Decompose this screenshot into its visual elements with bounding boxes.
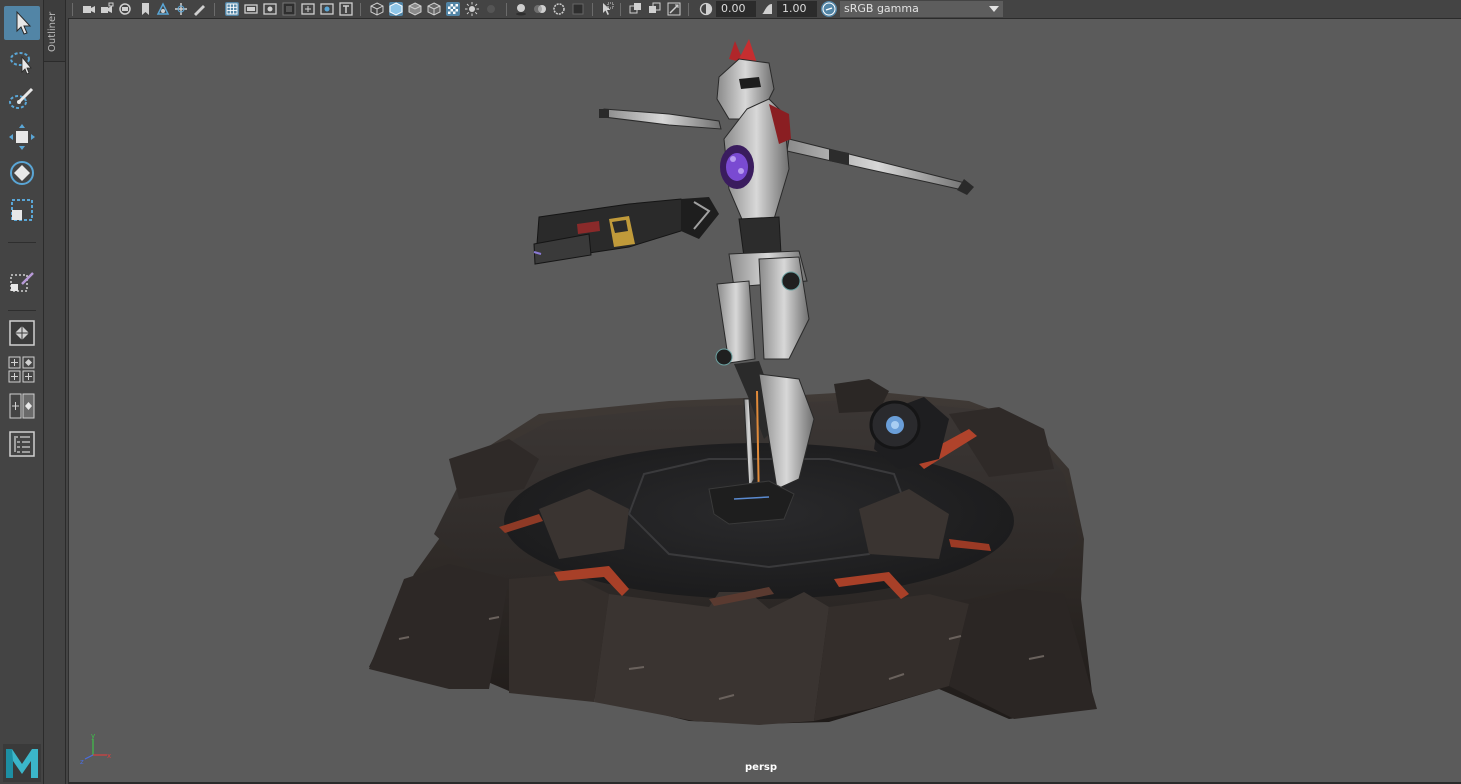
gamma-field[interactable]: 1.00: [777, 1, 817, 17]
film-gate-icon[interactable]: [244, 2, 258, 16]
xray-active-components-icon[interactable]: [648, 2, 662, 16]
textured-icon[interactable]: [446, 2, 460, 16]
gamma-icon[interactable]: [760, 2, 774, 16]
scale-icon: [11, 199, 33, 221]
smooth-shade-icon[interactable]: [389, 2, 403, 16]
brush-icon: [9, 87, 34, 109]
xray-icon[interactable]: [629, 2, 643, 16]
default-material-icon[interactable]: [408, 2, 422, 16]
motion-blur-icon[interactable]: [533, 2, 547, 16]
outliner-layout-button[interactable]: [4, 427, 40, 461]
toolbar-divider: [214, 3, 215, 16]
exposure-icon[interactable]: [699, 2, 713, 16]
field-chart-icon[interactable]: [301, 2, 315, 16]
resolution-gate-icon[interactable]: [263, 2, 277, 16]
arrow-icon: [16, 10, 32, 35]
axis-x-label: x: [107, 752, 111, 760]
rotate-tool-button[interactable]: [4, 156, 40, 190]
exposure-field[interactable]: 0.00: [716, 1, 756, 17]
scene-render[interactable]: [69, 19, 1461, 782]
anti-aliasing-icon[interactable]: [552, 2, 566, 16]
viewport-persp[interactable]: y x z persp: [68, 19, 1461, 782]
grid-icon[interactable]: [225, 2, 239, 16]
ambient-occlusion-icon[interactable]: [514, 2, 528, 16]
2d-pan-zoom-icon[interactable]: [174, 2, 188, 16]
camera-select-icon[interactable]: [82, 2, 96, 16]
xray-joints-icon[interactable]: [667, 2, 681, 16]
panel-toolbar: 0.00 1.00 sRGB gamma: [68, 0, 1461, 19]
toolbox-separator: [8, 242, 36, 243]
safe-title-icon[interactable]: [339, 2, 353, 16]
toolbar-divider: [506, 3, 507, 16]
toolbar-divider: [688, 3, 689, 16]
two-pane-layout-icon: [9, 393, 35, 419]
view-axis-gizmo: y x z: [80, 732, 111, 765]
depth-of-field-icon[interactable]: [571, 2, 585, 16]
bookmark-icon[interactable]: [138, 2, 152, 16]
axis-z-label: z: [80, 758, 84, 765]
color-space-dropdown[interactable]: sRGB gamma: [840, 1, 1003, 17]
use-all-lights-icon[interactable]: [465, 2, 479, 16]
gate-mask-icon[interactable]: [282, 2, 296, 16]
toolbox-separator: [8, 310, 36, 311]
rotate-icon: [10, 161, 34, 185]
maya-logo-icon: [3, 744, 41, 782]
chevron-down-icon[interactable]: [985, 1, 1003, 17]
move-tool-button[interactable]: [4, 120, 40, 154]
camera-name-label: persp: [745, 762, 777, 773]
paint-select-tool-button[interactable]: [4, 82, 40, 116]
outliner-tab-label: Outliner: [47, 11, 58, 52]
single-pane-layout-icon: [9, 320, 35, 346]
last-tool-button[interactable]: [4, 267, 40, 301]
grease-pencil-icon[interactable]: [192, 2, 206, 16]
lasso-icon: [10, 52, 32, 75]
wireframe-icon[interactable]: [370, 2, 384, 16]
toolbar-divider: [72, 3, 73, 16]
lasso-tool-button[interactable]: [4, 45, 40, 79]
wireframe-on-shaded-icon[interactable]: [427, 2, 441, 16]
camera-attributes-icon[interactable]: [118, 2, 132, 16]
isolate-select-icon[interactable]: [600, 2, 614, 16]
shadows-icon[interactable]: [484, 2, 498, 16]
color-management-icon[interactable]: [821, 1, 837, 17]
image-plane-icon[interactable]: [156, 2, 170, 16]
single-pane-layout-button[interactable]: [4, 316, 40, 350]
outliner-layout-icon: [9, 431, 35, 457]
four-pane-layout-icon: [8, 356, 35, 383]
scale-tool-button[interactable]: [4, 193, 40, 227]
move-icon: [9, 124, 35, 150]
lock-camera-icon[interactable]: [100, 2, 114, 16]
last-tool-icon: [10, 272, 34, 292]
four-pane-layout-button[interactable]: [4, 353, 40, 387]
select-tool-button[interactable]: [4, 6, 40, 40]
two-pane-layout-button[interactable]: [4, 389, 40, 423]
axis-y-label: y: [91, 732, 95, 740]
tool-box: [0, 0, 44, 784]
platform-model: [369, 379, 1097, 725]
toolbar-divider: [620, 3, 621, 16]
outliner-tab[interactable]: Outliner: [44, 0, 66, 62]
toolbar-divider: [360, 3, 361, 16]
outliner-collapsed-panel: [44, 62, 66, 784]
safe-action-icon[interactable]: [320, 2, 334, 16]
toolbar-divider: [592, 3, 593, 16]
